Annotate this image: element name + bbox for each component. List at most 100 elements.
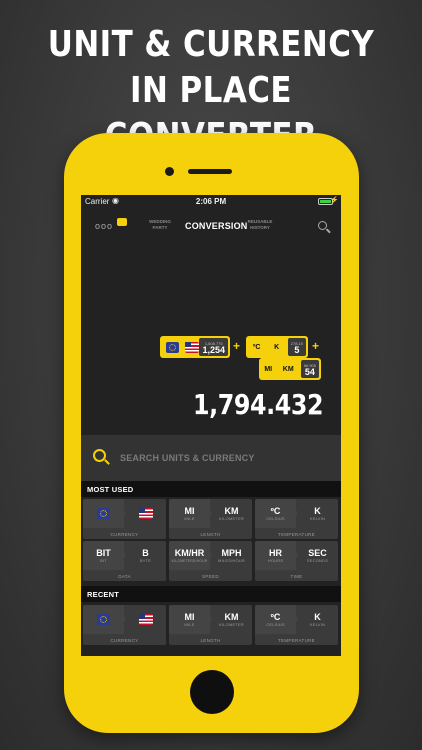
chip-number: 1,254 [202,344,225,355]
to-unit-name: KILOMETER [219,515,244,521]
card-to: K KELVIN [297,499,338,528]
plus-icon: + [233,339,241,353]
menu-dots-icon[interactable]: ooo [95,221,113,231]
from-unit: MI [184,611,195,622]
front-camera [165,167,174,176]
card-category: DATA [118,574,131,579]
to-unit: K [314,611,321,622]
card-from: HR HOURS [255,541,296,570]
to-unit-name: KELVIN [309,515,326,521]
card-temperature[interactable]: ºC CELSIUS K KELVIN TEMPERATURE [255,605,338,645]
chip-units: MI KM [259,360,299,378]
tab-wedding-party[interactable]: WEDDING PARTY [147,219,173,231]
to-unit: KM [224,611,239,622]
us-flag-icon [184,341,199,353]
to-unit-name: SECONDS [306,557,329,563]
us-flag-icon [138,508,153,519]
from-unit: ºC [270,611,281,622]
chip-number: 5 [294,344,300,355]
chip-flags [160,338,204,356]
to-unit-name: MILES/HOUR [218,557,245,563]
conversion-chip-currency[interactable]: 1,608.775 1,254 [160,336,230,358]
card-currency[interactable]: CURRENCY [83,605,166,645]
card-category: TIME [290,574,303,579]
eu-flag-icon [97,614,110,625]
us-flag-icon [138,614,153,625]
from-unit: KM/HR [174,547,205,558]
card-from: ºC CELSIUS [255,605,296,634]
from-unit-name: MILE [184,515,195,521]
card-speed[interactable]: KM/HR KILOMETERS/HOUR MPH MILES/HOUR SPEED [169,541,252,581]
earpiece-speaker [188,169,232,174]
recent-header: RECENT [81,586,341,602]
to-unit: K [314,505,321,516]
card-length[interactable]: MI MILE KM KILOMETER LENGTH [169,605,252,645]
from-unit-name: BIT [100,557,107,563]
card-category: SPEED [202,574,219,579]
result-total: 1,794.432 [192,388,324,421]
card-data[interactable]: BIT BIT B BYTE DATA [83,541,166,581]
card-to: K KELVIN [297,605,338,634]
card-time[interactable]: HR HOURS SEC SECONDS TIME [255,541,338,581]
card-category: TEMPERATURE [278,638,315,643]
card-currency[interactable]: CURRENCY [83,499,166,539]
chip-units: ºC K [246,338,286,356]
chip-to-unit: KM [282,365,294,373]
conversion-chip-temperature[interactable]: ºC K 278.15 5 [246,336,308,358]
clock: 2:06 PM [195,197,227,206]
notification-badge-icon[interactable] [117,218,127,226]
search-bar[interactable]: SEARCH UNITS & CURRENCY [81,435,341,481]
conversion-chip-length[interactable]: MI KM 86.905 54 [259,358,321,380]
app-screen: Carrier ◉ 2:06 PM ⚡ ooo WEDDING PARTY CO… [81,195,341,656]
tab-reusable-history[interactable]: REUSABLE HISTORY [247,219,273,231]
to-unit: SEC [308,547,327,558]
card-to: B BYTE [125,541,166,570]
from-unit-name: KILOMETERS/HOUR [171,558,208,563]
chip-from-unit: MI [264,365,273,373]
from-unit-name: HOURS [267,557,284,563]
card-to: MPH MILES/HOUR [211,541,252,570]
plus-icon: + [312,339,320,353]
phone-frame: Carrier ◉ 2:06 PM ⚡ ooo WEDDING PARTY CO… [64,133,359,733]
from-unit-name: MILE [184,621,195,627]
tab-conversion[interactable]: CONVERSION [185,221,248,231]
chip-value: 278.15 5 [287,338,306,356]
card-from [83,605,124,634]
headline-line-1: UNIT & CURRENCY [47,24,375,65]
chip-value: 86.905 54 [300,360,319,378]
card-category: LENGTH [200,532,221,537]
card-from: KM/HR KILOMETERS/HOUR [169,541,210,570]
to-unit-name: BYTE [139,557,152,563]
from-unit-name: CELSIUS [266,515,285,521]
search-input[interactable]: SEARCH UNITS & CURRENCY [120,453,255,463]
to-unit-name: KELVIN [309,621,326,627]
home-button[interactable] [190,670,234,714]
card-category: CURRENCY [110,532,139,537]
from-unit: ºC [270,505,281,516]
card-from [83,499,124,528]
chip-to-unit: K [274,343,280,351]
chip-number: 54 [304,366,315,377]
from-unit-name: CELSIUS [266,621,285,627]
card-to [125,499,166,528]
from-unit: BIT [96,547,111,558]
charging-icon: ⚡ [330,197,339,204]
to-unit: MPH [221,547,242,558]
card-to: KM KILOMETER [211,499,252,528]
top-nav: ooo WEDDING PARTY CONVERSION REUSABLE HI… [81,209,341,243]
card-to: SEC SECONDS [297,541,338,570]
page-indicator[interactable] [199,648,217,656]
card-category: CURRENCY [110,638,139,643]
card-from: BIT BIT [83,541,124,570]
card-to: KM KILOMETER [211,605,252,634]
magnifier-icon [93,449,106,462]
card-category: TEMPERATURE [278,532,315,537]
most-used-header: MOST USED [81,481,341,497]
card-temperature[interactable]: ºC CELSIUS K KELVIN TEMPERATURE [255,499,338,539]
chip-from-unit: ºC [252,343,261,351]
card-length[interactable]: MI MILE KM KILOMETER LENGTH [169,499,252,539]
to-unit: B [142,547,149,558]
card-from: ºC CELSIUS [255,499,296,528]
to-unit: KM [224,505,239,516]
search-icon[interactable] [318,219,327,233]
